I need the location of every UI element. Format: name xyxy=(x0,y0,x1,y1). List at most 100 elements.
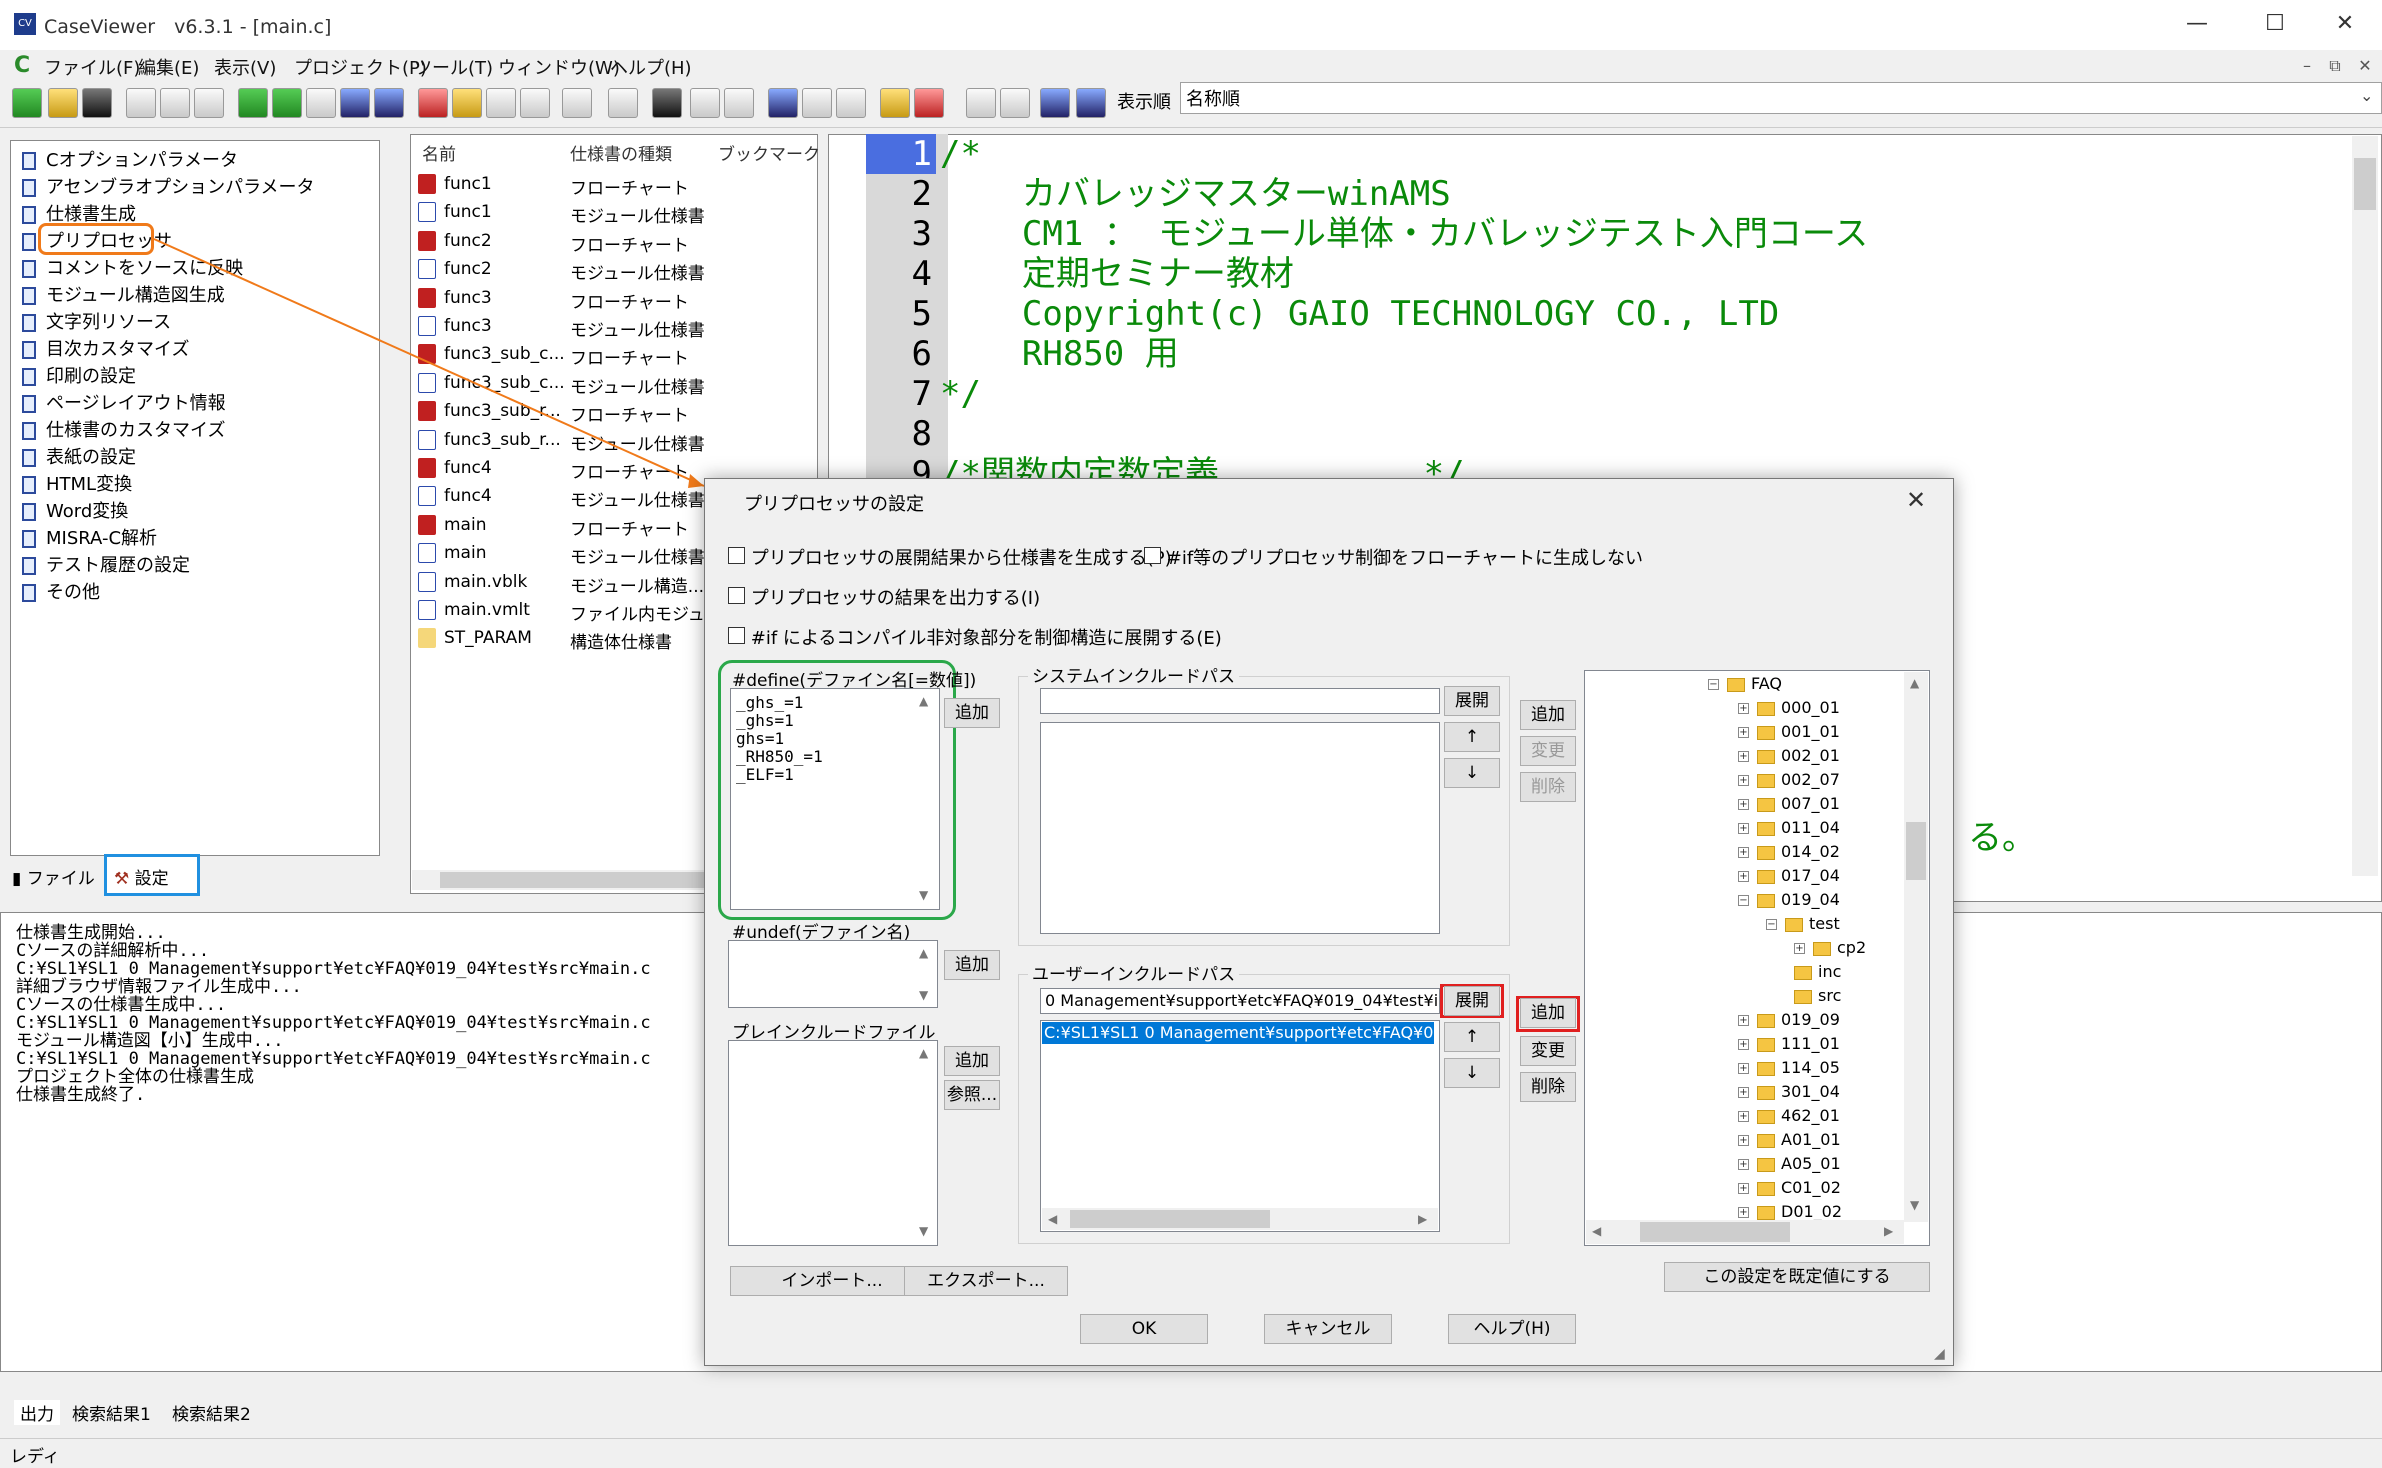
expand-icon[interactable]: + xyxy=(1738,823,1749,834)
resize-grip-icon[interactable]: ◢ xyxy=(1934,1346,1945,1362)
export-button[interactable]: エクスポート... xyxy=(904,1266,1068,1296)
scroll-right-icon[interactable]: ▶ xyxy=(1418,1212,1427,1226)
expand-icon[interactable]: + xyxy=(1738,1111,1749,1122)
folder-tree-item[interactable]: +017_04 xyxy=(1738,864,1840,888)
dialog-close-icon[interactable]: ✕ xyxy=(1906,486,1926,514)
expand-icon[interactable]: + xyxy=(1738,1063,1749,1074)
folder-tree-item[interactable]: + cp2 xyxy=(1794,936,1866,960)
define-value-item[interactable]: _ghs_=1 xyxy=(736,694,823,712)
define-value-item[interactable]: _ELF=1 xyxy=(736,766,823,784)
define-value-item[interactable]: ghs=1 xyxy=(736,730,823,748)
folder-tree-item[interactable]: + A05_01 xyxy=(1738,1152,1841,1176)
preinclude-browse-button[interactable]: 参照... xyxy=(944,1080,1000,1110)
folder-tree-item[interactable]: +011_04 xyxy=(1738,816,1840,840)
expand-icon[interactable]: + xyxy=(1738,871,1749,882)
checkbox-box[interactable] xyxy=(728,627,745,644)
folder-tree-item[interactable]: +000_01 xyxy=(1738,696,1840,720)
user-delete-button[interactable]: 削除 xyxy=(1520,1072,1576,1102)
scroll-right-icon[interactable]: ▶ xyxy=(1884,1224,1893,1238)
undef-add-button[interactable]: 追加 xyxy=(944,950,1000,980)
expand-icon[interactable]: + xyxy=(1738,775,1749,786)
system-include-list[interactable] xyxy=(1040,722,1440,934)
folder-tree-item[interactable]: +001_01 xyxy=(1738,720,1840,744)
checkbox-box[interactable] xyxy=(728,587,745,604)
expand-icon[interactable]: + xyxy=(1738,847,1749,858)
scroll-down-icon[interactable]: ▼ xyxy=(1910,1198,1919,1212)
folder-tree-item[interactable]: +019_09 xyxy=(1738,1008,1840,1032)
define-value-item[interactable]: _RH850_=1 xyxy=(736,748,823,766)
folder-tree-item[interactable]: +002_07 xyxy=(1738,768,1840,792)
checkbox-gen-spec[interactable]: プリプロセッサの展開結果から仕様書を生成する(P) xyxy=(728,544,1172,570)
folder-tree-item[interactable]: +002_01 xyxy=(1738,744,1840,768)
undef-list[interactable] xyxy=(728,940,938,1008)
expand-icon[interactable]: + xyxy=(1738,1087,1749,1098)
user-down-button[interactable]: ↓ xyxy=(1444,1058,1500,1088)
define-value-item[interactable]: _ghs=1 xyxy=(736,712,823,730)
checkbox-box[interactable] xyxy=(1144,547,1161,564)
user-change-button[interactable]: 変更 xyxy=(1520,1036,1576,1066)
user-expand-button[interactable]: 展開 xyxy=(1444,986,1500,1016)
system-down-button[interactable]: ↓ xyxy=(1444,758,1500,788)
scrollbar-thumb[interactable] xyxy=(1906,822,1926,880)
folder-tree-item[interactable]: +114_05 xyxy=(1738,1056,1840,1080)
folder-tree-item[interactable]: +111_01 xyxy=(1738,1032,1840,1056)
folder-tree-item[interactable]: src xyxy=(1794,984,1841,1008)
expand-icon[interactable]: + xyxy=(1738,1183,1749,1194)
folder-tree-item[interactable]: +007_01 xyxy=(1738,792,1840,816)
folder-tree-item[interactable]: − test xyxy=(1766,912,1840,936)
cancel-button[interactable]: キャンセル xyxy=(1264,1314,1392,1344)
user-include-input[interactable]: 0 Management¥support¥etc¥FAQ¥019_04¥test… xyxy=(1040,988,1440,1014)
preinclude-add-button[interactable]: 追加 xyxy=(944,1046,1000,1076)
folder-tree-item[interactable]: +014_02 xyxy=(1738,840,1840,864)
folder-tree-item[interactable]: + C01_02 xyxy=(1738,1176,1841,1200)
folder-tree-item[interactable]: inc xyxy=(1794,960,1841,984)
system-include-input[interactable] xyxy=(1040,688,1440,714)
set-default-button[interactable]: この設定を既定値にする xyxy=(1664,1262,1930,1292)
folder-tree-item[interactable]: − FAQ xyxy=(1708,672,1782,696)
expand-icon[interactable]: + xyxy=(1738,1135,1749,1146)
scroll-up-icon[interactable]: ▲ xyxy=(1910,676,1919,690)
checkbox-box[interactable] xyxy=(728,547,745,564)
folder-tree-item[interactable]: +462_01 xyxy=(1738,1104,1840,1128)
scroll-down-icon[interactable]: ▼ xyxy=(919,1224,928,1238)
system-expand-button[interactable]: 展開 xyxy=(1444,686,1500,716)
user-include-list[interactable] xyxy=(1040,1020,1440,1232)
folder-tree-item[interactable]: −019_04 xyxy=(1738,888,1840,912)
expand-icon[interactable]: + xyxy=(1738,799,1749,810)
scroll-left-icon[interactable]: ◀ xyxy=(1048,1212,1057,1226)
folder-tree-vscrollbar[interactable] xyxy=(1904,672,1928,1222)
scroll-up-icon[interactable]: ▲ xyxy=(919,1046,928,1060)
scroll-up-icon[interactable]: ▲ xyxy=(919,694,928,708)
folder-tree-item[interactable]: +301_04 xyxy=(1738,1080,1840,1104)
expand-icon[interactable]: + xyxy=(1738,727,1749,738)
collapse-icon[interactable]: − xyxy=(1738,895,1749,906)
expand-icon[interactable]: + xyxy=(1738,1015,1749,1026)
checkbox-output-result[interactable]: プリプロセッサの結果を出力する(I) xyxy=(728,584,1040,610)
system-up-button[interactable]: ↑ xyxy=(1444,722,1500,752)
system-delete-button[interactable]: 削除 xyxy=(1520,772,1576,802)
scrollbar-thumb[interactable] xyxy=(1070,1210,1270,1228)
user-include-selected-item[interactable]: C:¥SL1¥SL1 0 Management¥support¥etc¥FAQ¥… xyxy=(1042,1022,1434,1044)
scroll-down-icon[interactable]: ▼ xyxy=(919,888,928,902)
expand-icon[interactable]: + xyxy=(1738,1159,1749,1170)
help-button[interactable]: ヘルプ(H) xyxy=(1448,1314,1576,1344)
user-add-button[interactable]: 追加 xyxy=(1520,998,1576,1028)
scroll-up-icon[interactable]: ▲ xyxy=(919,946,928,960)
checkbox-expand-if[interactable]: #if によるコンパイル非対象部分を制御構造に展開する(E) xyxy=(728,624,1222,650)
folder-tree-item[interactable]: + A01_01 xyxy=(1738,1128,1841,1152)
expand-icon[interactable]: + xyxy=(1738,703,1749,714)
ok-button[interactable]: OK xyxy=(1080,1314,1208,1344)
scroll-left-icon[interactable]: ◀ xyxy=(1592,1224,1601,1238)
define-add-button[interactable]: 追加 xyxy=(944,698,1000,728)
expand-icon[interactable]: + xyxy=(1738,1039,1749,1050)
collapse-icon[interactable]: − xyxy=(1766,919,1777,930)
system-add-button[interactable]: 追加 xyxy=(1520,700,1576,730)
checkbox-no-if-flowchart[interactable]: #if等のプリプロセッサ制御をフローチャートに生成しない xyxy=(1144,544,1643,570)
system-change-button[interactable]: 変更 xyxy=(1520,736,1576,766)
expand-icon[interactable]: + xyxy=(1794,943,1805,954)
preinclude-list[interactable] xyxy=(728,1040,938,1246)
expand-icon[interactable]: + xyxy=(1738,751,1749,762)
expand-icon[interactable]: + xyxy=(1738,1207,1749,1218)
scroll-down-icon[interactable]: ▼ xyxy=(919,988,928,1002)
user-up-button[interactable]: ↑ xyxy=(1444,1022,1500,1052)
